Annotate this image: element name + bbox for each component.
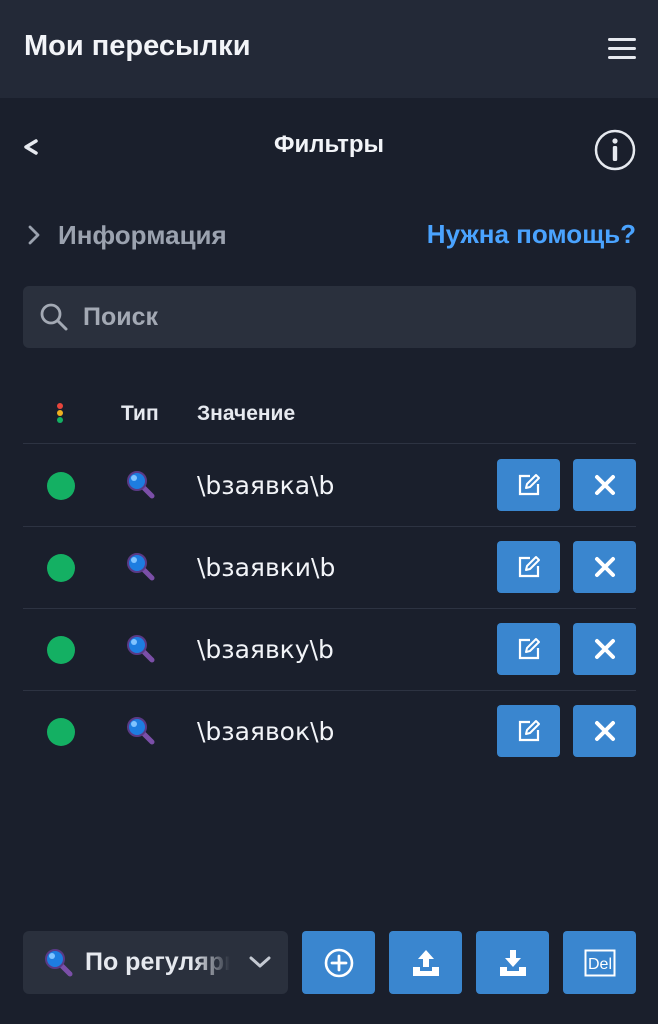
info-section-toggle[interactable]: Информация: [24, 217, 227, 253]
table-row: \bзаявок\b: [23, 691, 636, 773]
delete-button[interactable]: [573, 541, 636, 593]
chevron-down-icon: [249, 956, 271, 968]
del-label: Del: [587, 956, 611, 973]
status-active-dot[interactable]: [47, 636, 75, 664]
app-bar: Мои пересылки: [0, 0, 658, 98]
magnifier-icon: [127, 717, 155, 745]
filter-list: \bзаявка\b \bзаявки\b \bзаявку\b \bзаяво…: [23, 445, 636, 773]
close-icon: [594, 557, 615, 577]
filter-value: \bзаявку\b: [197, 635, 334, 664]
close-icon: [594, 721, 615, 741]
app-title: Мои пересылки: [24, 30, 251, 62]
table-row: \bзаявку\b: [23, 609, 636, 691]
column-header-type: Тип: [121, 402, 159, 425]
delete-all-button[interactable]: Del: [563, 931, 636, 994]
info-circle-icon: [594, 129, 636, 171]
hamburger-menu-icon[interactable]: [604, 36, 640, 62]
edit-icon: [518, 720, 540, 742]
filter-mode-value: По регулярным выражениям: [85, 948, 230, 976]
column-header-value: Значение: [197, 402, 296, 425]
add-filter-button[interactable]: [302, 931, 375, 994]
search-bar: [23, 286, 636, 348]
status-active-dot[interactable]: [47, 554, 75, 582]
del-icon: Del: [584, 949, 615, 976]
filter-mode-select[interactable]: По регулярным выражениям: [23, 931, 288, 994]
import-button[interactable]: [476, 931, 549, 994]
search-input[interactable]: [83, 302, 623, 332]
upload-icon: [412, 949, 439, 976]
status-active-dot[interactable]: [47, 718, 75, 746]
table-row: \bзаявка\b: [23, 445, 636, 527]
magnifier-icon: [127, 553, 155, 581]
close-icon: [594, 475, 615, 495]
export-button[interactable]: [389, 931, 462, 994]
edit-icon: [518, 474, 540, 496]
edit-button[interactable]: [497, 541, 560, 593]
magnifier-icon: [127, 635, 155, 663]
plus-circle-icon: [324, 948, 353, 977]
edit-button[interactable]: [497, 623, 560, 675]
table-row: \bзаявки\b: [23, 527, 636, 609]
page-title: Фильтры: [273, 131, 385, 158]
search-icon: [40, 303, 68, 331]
chevron-right-icon: [28, 225, 40, 245]
table-header: Тип Значение: [23, 392, 636, 444]
edit-button[interactable]: [497, 705, 560, 757]
edit-icon: [518, 638, 540, 660]
filter-value: \bзаявки\b: [197, 553, 336, 582]
magnifier-icon: [127, 471, 155, 499]
delete-button[interactable]: [573, 623, 636, 675]
info-section-label: Информация: [58, 219, 227, 250]
status-active-dot[interactable]: [47, 472, 75, 500]
magnifier-icon: [45, 948, 73, 976]
download-icon: [499, 949, 526, 976]
filter-value: \bзаявок\b: [197, 717, 335, 746]
edit-icon: [518, 556, 540, 578]
delete-button[interactable]: [573, 459, 636, 511]
help-link[interactable]: Нужна помощь?: [427, 219, 636, 250]
traffic-light-icon: [57, 403, 63, 423]
delete-button[interactable]: [573, 705, 636, 757]
info-button[interactable]: [593, 128, 637, 172]
footer-toolbar: По регулярным выражениям Del: [23, 931, 636, 995]
close-icon: [594, 639, 615, 659]
filter-value: \bзаявка\b: [197, 471, 335, 500]
edit-button[interactable]: [497, 459, 560, 511]
